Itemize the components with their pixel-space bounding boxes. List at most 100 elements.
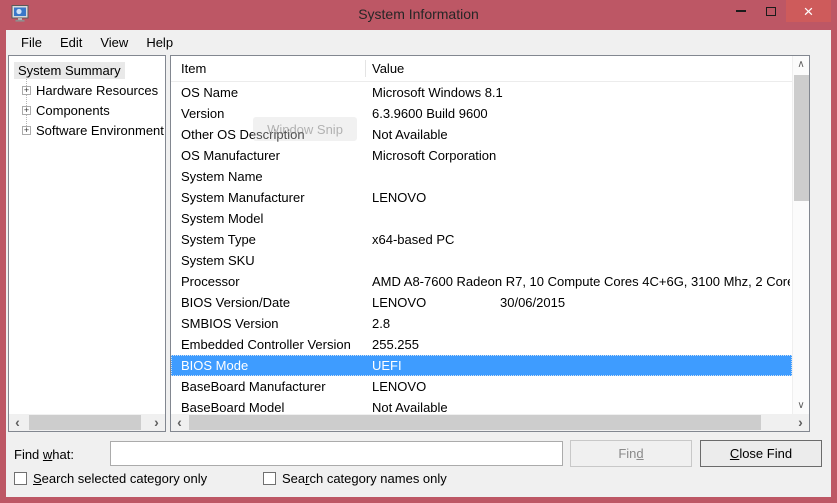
find-what-input[interactable] (110, 441, 563, 466)
find-bar: Find what: Find Close Find (6, 440, 831, 468)
search-selected-category-checkbox[interactable] (14, 472, 27, 485)
table-row[interactable]: System Manufacturer LENOVO (171, 187, 792, 208)
table-row[interactable]: System Model (171, 208, 792, 229)
row-item: BIOS Mode (181, 355, 248, 376)
caption-buttons: × (726, 0, 831, 22)
row-value: Microsoft Windows 8.1 (372, 82, 790, 103)
row-item: SMBIOS Version (181, 313, 279, 334)
row-item: BaseBoard Manufacturer (181, 376, 326, 397)
details-hscrollbar[interactable]: ‹ › (171, 414, 809, 431)
row-item: Embedded Controller Version (181, 334, 351, 355)
scroll-right-icon[interactable]: › (148, 414, 165, 430)
row-value: 2.8 (372, 313, 790, 334)
row-item: BaseBoard Model (181, 397, 284, 414)
table-row[interactable]: System SKU (171, 250, 792, 271)
row-item: System Name (181, 166, 263, 187)
details-vscrollbar[interactable]: ∧ ∨ (792, 56, 809, 414)
tree-hscroll-thumb[interactable] (29, 415, 141, 430)
system-information-window: System Information × File Edit View Help (0, 0, 837, 503)
row-value: Not Available (372, 124, 790, 145)
maximize-icon (766, 7, 776, 16)
tree-item-hardware-resources[interactable]: + Hardware Resources (9, 80, 165, 100)
row-value: LENOVO30/06/2015 (372, 292, 790, 313)
table-row[interactable]: Embedded Controller Version 255.255 (171, 334, 792, 355)
row-item: OS Manufacturer (181, 145, 280, 166)
table-row[interactable]: OS Name Microsoft Windows 8.1 (171, 82, 792, 103)
row-value: UEFI (372, 355, 790, 376)
search-selected-category-label: Search selected category only (33, 471, 207, 486)
category-tree: System Summary + Hardware Resources + Co… (9, 60, 165, 413)
close-button[interactable]: × (786, 0, 831, 22)
expand-plus-icon[interactable]: + (22, 106, 31, 115)
scroll-up-icon[interactable]: ∧ (793, 56, 809, 73)
table-row[interactable]: Version 6.3.9600 Build 9600 (171, 103, 792, 124)
details-pane: Item Value OS Name Microsoft Windows 8.1… (170, 55, 810, 432)
table-row[interactable]: Processor AMD A8-7600 Radeon R7, 10 Comp… (171, 271, 792, 292)
search-category-names-checkbox[interactable] (263, 472, 276, 485)
row-value: Not Available (372, 397, 790, 414)
expand-plus-icon[interactable]: + (22, 126, 31, 135)
table-row[interactable]: SMBIOS Version 2.8 (171, 313, 792, 334)
table-row[interactable]: System Type x64-based PC (171, 229, 792, 250)
scroll-left-icon[interactable]: ‹ (171, 414, 188, 430)
table-row[interactable]: System Name (171, 166, 792, 187)
row-value: 6.3.9600 Build 9600 (372, 103, 790, 124)
row-item: Other OS Description (181, 124, 305, 145)
row-item: System Manufacturer (181, 187, 305, 208)
vscroll-thumb[interactable] (794, 75, 809, 201)
minimize-icon (736, 10, 746, 12)
close-icon: × (804, 3, 814, 20)
search-category-names-label: Search category names only (282, 471, 447, 486)
table-row[interactable]: BaseBoard Manufacturer LENOVO (171, 376, 792, 397)
listview-header: Item Value (171, 56, 792, 82)
search-selected-category-option[interactable]: Search selected category only (14, 471, 207, 486)
category-tree-pane: System Summary + Hardware Resources + Co… (8, 55, 166, 432)
close-find-button[interactable]: Close Find (700, 440, 822, 467)
tree-item-system-summary[interactable]: System Summary (9, 60, 165, 80)
bios-vendor: LENOVO (372, 292, 500, 313)
find-options: Search selected category only Search cat… (6, 471, 831, 493)
menu-edit[interactable]: Edit (51, 32, 91, 53)
expand-plus-icon[interactable]: + (22, 86, 31, 95)
menu-help[interactable]: Help (137, 32, 182, 53)
row-item: Processor (181, 271, 240, 292)
scroll-down-icon[interactable]: ∨ (793, 397, 809, 414)
tree-item-label: Software Environment (36, 123, 164, 138)
table-row[interactable]: BIOS Version/Date LENOVO30/06/2015 (171, 292, 792, 313)
table-row[interactable]: BaseBoard Model Not Available (171, 397, 792, 414)
row-value: 255.255 (372, 334, 790, 355)
table-row-selected[interactable]: BIOS Mode UEFI (171, 355, 792, 376)
bios-date: 30/06/2015 (500, 295, 565, 310)
titlebar[interactable]: System Information × (0, 0, 837, 30)
scroll-left-icon[interactable]: ‹ (9, 414, 26, 430)
row-item: System SKU (181, 250, 255, 271)
row-value: LENOVO (372, 376, 790, 397)
maximize-button[interactable] (756, 0, 786, 22)
column-header-item[interactable]: Item (181, 61, 206, 76)
find-what-label: Find what: (14, 447, 74, 462)
scroll-right-icon[interactable]: › (792, 414, 809, 430)
tree-item-label: Components (36, 103, 110, 118)
table-row[interactable]: OS Manufacturer Microsoft Corporation (171, 145, 792, 166)
row-item: Version (181, 103, 224, 124)
row-value: LENOVO (372, 187, 790, 208)
menu-view[interactable]: View (91, 32, 137, 53)
row-item: System Type (181, 229, 256, 250)
row-value: AMD A8-7600 Radeon R7, 10 Compute Cores … (372, 271, 790, 292)
menu-file[interactable]: File (12, 32, 51, 53)
column-divider[interactable] (365, 60, 366, 77)
search-category-names-option[interactable]: Search category names only (263, 471, 447, 486)
details-hscroll-thumb[interactable] (189, 415, 761, 430)
minimize-button[interactable] (726, 0, 756, 22)
row-item: BIOS Version/Date (181, 292, 290, 313)
window-title: System Information (0, 6, 837, 22)
column-header-value[interactable]: Value (372, 61, 404, 76)
tree-item-label: System Summary (14, 62, 125, 79)
tree-item-components[interactable]: + Components (9, 100, 165, 120)
tree-item-software-environment[interactable]: + Software Environment (9, 120, 165, 140)
tree-children: + Hardware Resources + Components + Soft… (9, 80, 165, 140)
listview-rows: OS Name Microsoft Windows 8.1 Version 6.… (171, 82, 792, 414)
table-row[interactable]: Other OS Description Not Available (171, 124, 792, 145)
find-button[interactable]: Find (570, 440, 692, 467)
tree-hscrollbar[interactable]: ‹ › (9, 414, 165, 431)
